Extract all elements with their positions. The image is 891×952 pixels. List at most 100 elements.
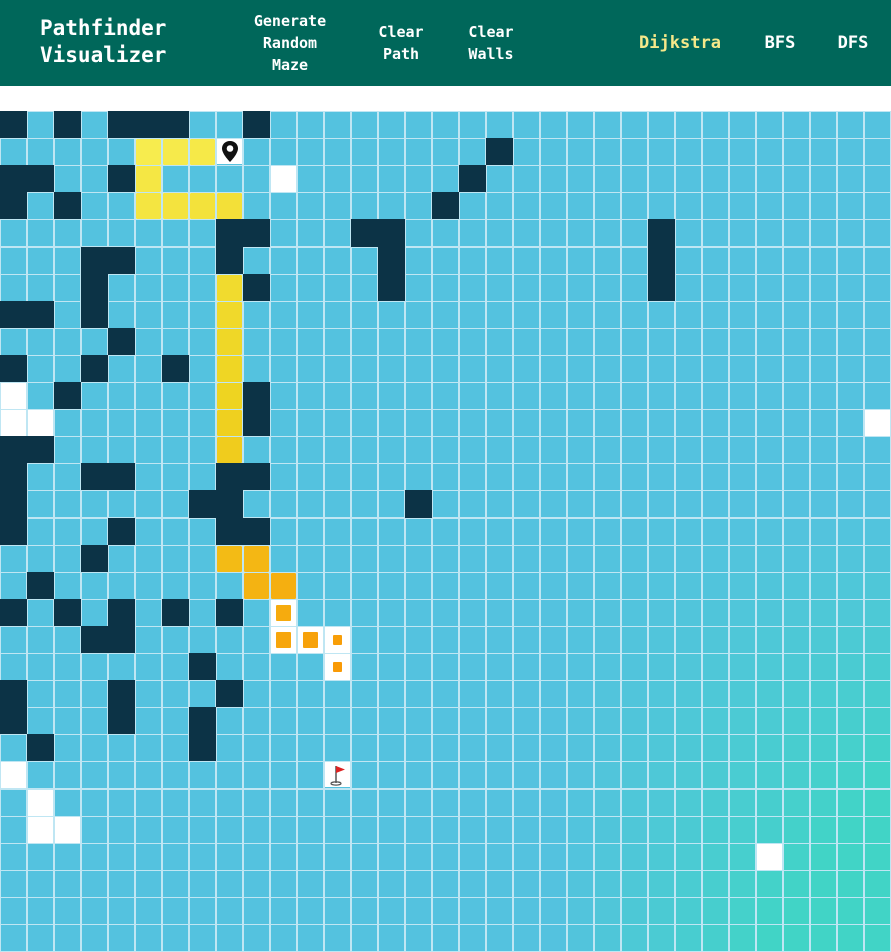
visited-cell[interactable]: [189, 598, 216, 627]
visited-cell[interactable]: [0, 138, 27, 167]
visited-cell[interactable]: [459, 653, 486, 681]
visited-cell[interactable]: [729, 436, 756, 465]
visited-cell[interactable]: [216, 165, 243, 194]
visited-cell[interactable]: [378, 869, 405, 898]
visited-cell[interactable]: [783, 219, 810, 248]
visited-cell[interactable]: [135, 354, 162, 383]
visited-cell[interactable]: [351, 490, 378, 519]
visited-cell[interactable]: [243, 165, 270, 194]
visited-cell[interactable]: [486, 490, 513, 519]
visited-cell[interactable]: [810, 246, 837, 275]
visited-cell[interactable]: [810, 571, 837, 600]
visited-cell[interactable]: [594, 924, 621, 952]
visited-cell[interactable]: [54, 490, 81, 519]
visited-cell[interactable]: [486, 327, 513, 356]
wall-cell[interactable]: [216, 517, 243, 546]
visited-cell[interactable]: [351, 300, 378, 329]
visited-cell[interactable]: [540, 571, 567, 600]
visited-cell[interactable]: [378, 354, 405, 383]
visited-cell[interactable]: [27, 327, 54, 356]
visited-cell[interactable]: [54, 138, 81, 167]
visited-cell[interactable]: [297, 788, 324, 817]
visited-cell[interactable]: [810, 165, 837, 194]
path-cell[interactable]: [216, 300, 243, 329]
path-cell[interactable]: [216, 192, 243, 221]
visited-cell[interactable]: [54, 165, 81, 194]
visited-cell[interactable]: [135, 842, 162, 871]
visited-cell[interactable]: [864, 490, 891, 519]
visited-cell[interactable]: [486, 544, 513, 573]
visited-cell[interactable]: [297, 761, 324, 790]
visited-cell[interactable]: [81, 788, 108, 817]
visited-cell[interactable]: [108, 896, 135, 925]
visited-cell[interactable]: [162, 327, 189, 356]
visited-cell[interactable]: [0, 246, 27, 275]
visited-cell[interactable]: [783, 869, 810, 898]
visited-cell[interactable]: [81, 192, 108, 221]
wall-cell[interactable]: [54, 382, 81, 410]
visited-cell[interactable]: [675, 842, 702, 871]
visited-cell[interactable]: [648, 111, 675, 139]
visited-cell[interactable]: [567, 571, 594, 600]
visited-cell[interactable]: [567, 598, 594, 627]
visited-cell[interactable]: [108, 436, 135, 465]
visited-cell[interactable]: [621, 680, 648, 709]
visited-cell[interactable]: [0, 842, 27, 871]
wall-cell[interactable]: [189, 734, 216, 763]
visited-cell[interactable]: [702, 138, 729, 167]
visited-cell[interactable]: [324, 842, 351, 871]
wall-cell[interactable]: [108, 680, 135, 709]
visited-cell[interactable]: [675, 490, 702, 519]
visited-cell[interactable]: [108, 815, 135, 844]
visited-cell[interactable]: [270, 517, 297, 546]
visited-cell[interactable]: [324, 869, 351, 898]
visited-cell[interactable]: [810, 138, 837, 167]
path-cell[interactable]: [270, 598, 297, 627]
wall-cell[interactable]: [54, 111, 81, 139]
visited-cell[interactable]: [216, 924, 243, 952]
visited-cell[interactable]: [54, 761, 81, 790]
wall-cell[interactable]: [378, 246, 405, 275]
visited-cell[interactable]: [243, 924, 270, 952]
path-cell[interactable]: [270, 571, 297, 600]
wall-cell[interactable]: [0, 165, 27, 194]
visited-cell[interactable]: [702, 111, 729, 139]
visited-cell[interactable]: [81, 111, 108, 139]
visited-cell[interactable]: [702, 463, 729, 492]
visited-cell[interactable]: [621, 273, 648, 302]
visited-cell[interactable]: [513, 517, 540, 546]
visited-cell[interactable]: [324, 409, 351, 438]
visited-cell[interactable]: [351, 924, 378, 952]
visited-cell[interactable]: [297, 219, 324, 248]
visited-cell[interactable]: [432, 138, 459, 167]
wall-cell[interactable]: [108, 327, 135, 356]
visited-cell[interactable]: [108, 734, 135, 763]
visited-cell[interactable]: [675, 382, 702, 410]
visited-cell[interactable]: [378, 815, 405, 844]
visited-cell[interactable]: [297, 517, 324, 546]
visited-cell[interactable]: [432, 544, 459, 573]
visited-cell[interactable]: [270, 924, 297, 952]
visited-cell[interactable]: [729, 598, 756, 627]
wall-cell[interactable]: [81, 300, 108, 329]
visited-cell[interactable]: [351, 707, 378, 736]
visited-cell[interactable]: [486, 788, 513, 817]
visited-cell[interactable]: [135, 869, 162, 898]
visited-cell[interactable]: [567, 924, 594, 952]
visited-cell[interactable]: [675, 165, 702, 194]
visited-cell[interactable]: [189, 761, 216, 790]
visited-cell[interactable]: [702, 219, 729, 248]
visited-cell[interactable]: [81, 896, 108, 925]
visited-cell[interactable]: [243, 653, 270, 681]
visited-cell[interactable]: [27, 924, 54, 952]
visited-cell[interactable]: [135, 409, 162, 438]
visited-cell[interactable]: [513, 707, 540, 736]
visited-cell[interactable]: [378, 165, 405, 194]
visited-cell[interactable]: [486, 842, 513, 871]
visited-cell[interactable]: [432, 924, 459, 952]
visited-cell[interactable]: [810, 219, 837, 248]
visited-cell[interactable]: [108, 490, 135, 519]
visited-cell[interactable]: [621, 707, 648, 736]
visited-cell[interactable]: [621, 842, 648, 871]
visited-cell[interactable]: [513, 354, 540, 383]
